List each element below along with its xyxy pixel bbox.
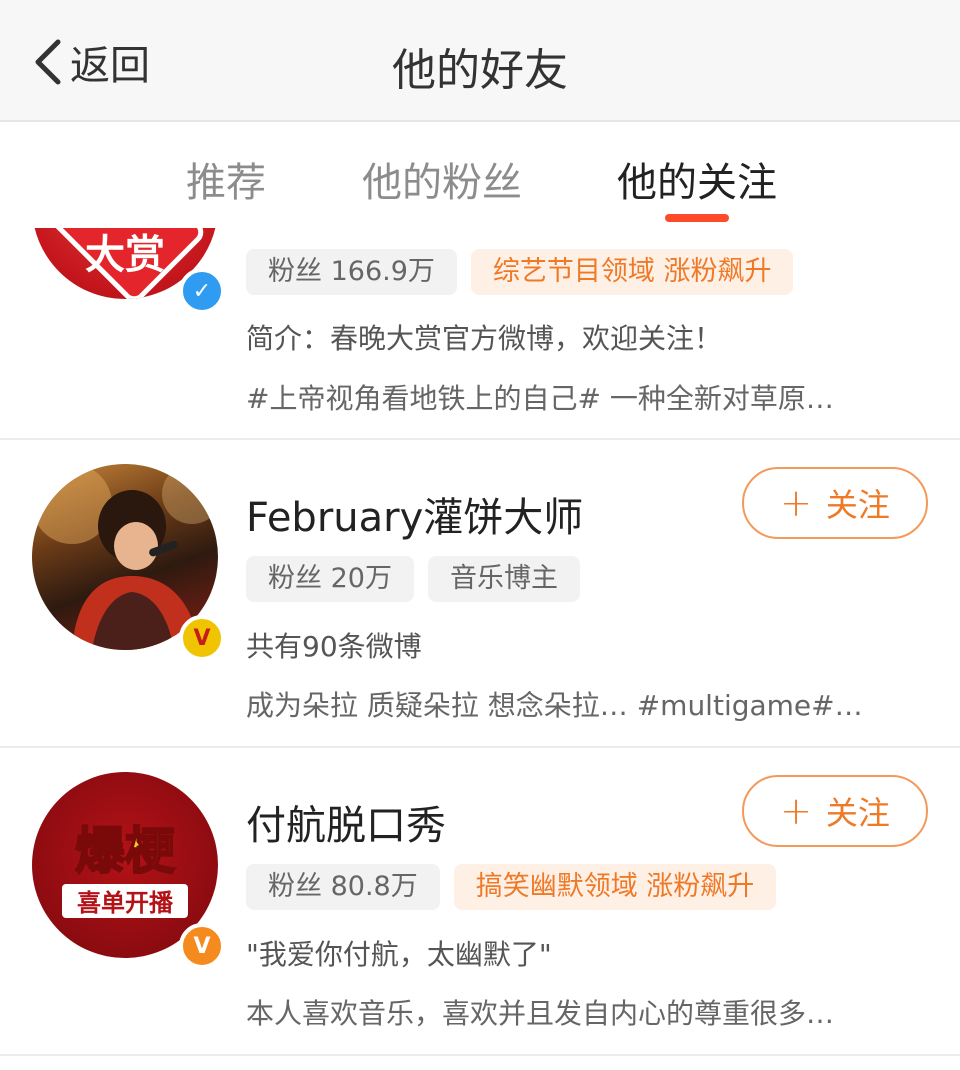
top-navigation-bar: 返回 他的好友 xyxy=(0,0,960,122)
fans-count-tag: 粉丝 20万 xyxy=(246,556,414,602)
follow-label: 关注 xyxy=(825,486,890,524)
following-list: 春晚 大赏 ✓ 粉丝 166.9万 综艺节目领域 涨粉飙升 简介：春晚大赏官方微… xyxy=(0,228,960,1070)
tag-row: 粉丝 20万 音乐博主 xyxy=(246,556,580,602)
user-name[interactable]: 付航脱口秀 xyxy=(246,793,446,851)
avatar-text-line1: 爆梗 xyxy=(75,822,176,880)
avatar-text-line1: 春晚 xyxy=(85,228,165,231)
latest-post-text: #上帝视角看地铁上的自己# 一种全新对草原… xyxy=(246,382,834,415)
plus-icon: + xyxy=(780,481,812,525)
tag-row: 粉丝 166.9万 综艺节目领域 涨粉飙升 xyxy=(246,249,794,295)
domain-tag: 综艺节目领域 涨粉飙升 xyxy=(470,249,794,295)
follow-button[interactable]: + 关注 xyxy=(742,775,928,847)
avatar-text-line2: 大赏 xyxy=(85,232,165,278)
tab-bar: 推荐 他的粉丝 他的关注 xyxy=(0,122,960,228)
fans-count-tag: 粉丝 80.8万 xyxy=(246,864,440,910)
list-item[interactable]: V February灌饼大师 + 关注 粉丝 20万 音乐博主 共有90条微博 … xyxy=(0,440,960,748)
avatar-text-line2: 喜单开播 xyxy=(77,889,174,917)
follow-label: 关注 xyxy=(825,794,890,832)
active-tab-indicator xyxy=(665,214,729,222)
list-item[interactable]: 春晚 大赏 ✓ 粉丝 166.9万 综艺节目领域 涨粉飙升 简介：春晚大赏官方微… xyxy=(0,228,960,440)
list-item[interactable]: 爆梗 喜单开播 V 付航脱口秀 + 关注 粉丝 80.8万 搞笑幽默领域 涨粉飙… xyxy=(0,748,960,1056)
page-title: 他的好友 xyxy=(392,45,568,96)
bio-text: "我爱你付航，太幽默了" xyxy=(246,938,552,971)
red-vip-icon: V xyxy=(179,615,225,661)
orange-vip-icon: V xyxy=(179,923,225,969)
tab-his-following[interactable]: 他的关注 xyxy=(617,150,777,208)
blue-verified-icon: ✓ xyxy=(179,268,225,314)
tag-row: 粉丝 80.8万 搞笑幽默领域 涨粉飙升 xyxy=(246,864,777,910)
tab-his-fans[interactable]: 他的粉丝 xyxy=(362,150,522,208)
user-name[interactable]: February灌饼大师 xyxy=(246,485,583,543)
follow-button[interactable]: + 关注 xyxy=(742,467,928,539)
tab-recommended[interactable]: 推荐 xyxy=(186,150,266,208)
bio-text: 简介：春晚大赏官方微博，欢迎关注！ xyxy=(246,322,723,355)
category-tag: 音乐博主 xyxy=(427,556,580,602)
domain-tag: 搞笑幽默领域 涨粉飙升 xyxy=(453,864,777,910)
fans-count-tag: 粉丝 166.9万 xyxy=(246,249,457,295)
latest-post-text: 成为朵拉 质疑朵拉 想念朵拉… #multigame#… xyxy=(246,689,863,722)
bio-text: 共有90条微博 xyxy=(246,630,422,663)
plus-icon: + xyxy=(780,789,812,833)
latest-post-text: 本人喜欢音乐，喜欢并且发自内心的尊重很多… xyxy=(246,997,835,1030)
